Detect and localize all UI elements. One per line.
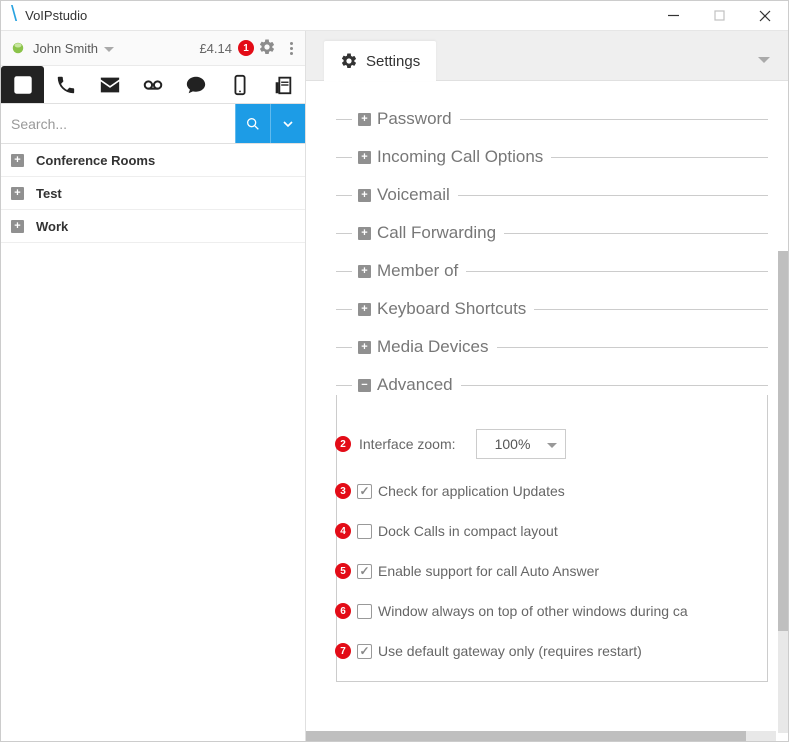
left-panel: John Smith £4.14 1 (1, 31, 306, 741)
always-on-top-checkbox[interactable] (357, 604, 372, 619)
right-panel: Settings Password Incoming Call Op (306, 31, 788, 741)
search-input[interactable] (1, 104, 235, 143)
settings-tab-label: Settings (366, 53, 420, 70)
zoom-value: 100% (495, 436, 531, 452)
callout-5: 5 (335, 563, 351, 579)
scrollbar-thumb[interactable] (306, 731, 746, 741)
settings-header: Settings (306, 31, 788, 81)
default-gateway-label: Use default gateway only (requires resta… (378, 643, 642, 659)
row-always-on-top: 6 Window always on top of other windows … (347, 603, 751, 619)
check-updates-label: Check for application Updates (378, 483, 565, 499)
expand-icon (358, 189, 371, 202)
maximize-button[interactable] (696, 1, 742, 31)
settings-tab[interactable]: Settings (324, 41, 436, 81)
close-button[interactable] (742, 1, 788, 31)
expand-icon (358, 227, 371, 240)
chevron-down-icon (547, 436, 557, 452)
settings-gear-icon[interactable] (258, 38, 276, 59)
user-menu-caret-icon[interactable] (104, 41, 114, 56)
tab-messages[interactable] (88, 66, 131, 103)
expand-icon (358, 341, 371, 354)
dock-calls-checkbox[interactable] (357, 524, 372, 539)
expand-icon (358, 265, 371, 278)
row-default-gateway: 7 Use default gateway only (requires res… (347, 643, 751, 659)
expand-icon (358, 151, 371, 164)
group-label: Conference Rooms (36, 153, 155, 168)
section-incoming-call-options[interactable]: Incoming Call Options (336, 147, 768, 167)
tab-chat[interactable] (175, 66, 218, 103)
callout-6: 6 (335, 603, 351, 619)
tab-voicemail[interactable] (131, 66, 174, 103)
scrollbar-thumb[interactable] (778, 251, 788, 631)
section-title: Keyboard Shortcuts (377, 299, 526, 319)
auto-answer-label: Enable support for call Auto Answer (378, 563, 599, 579)
section-title: Media Devices (377, 337, 489, 357)
panel-menu-caret-icon[interactable] (758, 53, 770, 68)
user-name[interactable]: John Smith (33, 41, 98, 56)
expand-icon (358, 303, 371, 316)
expand-icon (358, 113, 371, 126)
app-logo-icon: \ (11, 1, 17, 27)
callout-3: 3 (335, 483, 351, 499)
callout-7: 7 (335, 643, 351, 659)
row-check-updates: 3 Check for application Updates (347, 483, 751, 499)
section-advanced: Advanced 2 Interface zoom: 100% (336, 375, 768, 682)
minimize-button[interactable] (650, 1, 696, 31)
window-controls (650, 1, 788, 31)
section-title: Advanced (377, 375, 453, 395)
user-bar: John Smith £4.14 1 (1, 31, 305, 66)
check-updates-checkbox[interactable] (357, 484, 372, 499)
row-auto-answer: 5 Enable support for call Auto Answer (347, 563, 751, 579)
expand-icon (11, 154, 24, 167)
row-interface-zoom: 2 Interface zoom: 100% (347, 429, 751, 459)
gear-icon (340, 52, 358, 70)
callout-1: 1 (238, 40, 254, 56)
section-media-devices[interactable]: Media Devices (336, 337, 768, 357)
callout-4: 4 (335, 523, 351, 539)
more-menu-icon[interactable] (286, 42, 297, 55)
section-title: Call Forwarding (377, 223, 496, 243)
window-titlebar: \ VoIPstudio (1, 1, 788, 31)
group-conference-rooms[interactable]: Conference Rooms (1, 144, 305, 177)
dock-calls-label: Dock Calls in compact layout (378, 523, 558, 539)
section-title: Member of (377, 261, 458, 281)
group-work[interactable]: Work (1, 210, 305, 243)
tab-mobile[interactable] (218, 66, 261, 103)
auto-answer-checkbox[interactable] (357, 564, 372, 579)
expand-icon (11, 220, 24, 233)
section-title: Voicemail (377, 185, 450, 205)
tab-dialer[interactable] (44, 66, 87, 103)
nav-tabs (1, 66, 305, 104)
section-call-forwarding[interactable]: Call Forwarding (336, 223, 768, 243)
section-voicemail[interactable]: Voicemail (336, 185, 768, 205)
group-label: Work (36, 219, 68, 234)
collapse-icon (358, 379, 371, 392)
expand-icon (11, 187, 24, 200)
always-on-top-label: Window always on top of other windows du… (378, 603, 688, 619)
section-member-of[interactable]: Member of (336, 261, 768, 281)
zoom-select[interactable]: 100% (476, 429, 566, 459)
default-gateway-checkbox[interactable] (357, 644, 372, 659)
zoom-label: Interface zoom: (359, 436, 456, 452)
section-keyboard-shortcuts[interactable]: Keyboard Shortcuts (336, 299, 768, 319)
section-advanced-header[interactable]: Advanced (336, 375, 768, 395)
horizontal-scrollbar[interactable] (306, 731, 776, 741)
section-title: Incoming Call Options (377, 147, 543, 167)
group-label: Test (36, 186, 62, 201)
callout-2: 2 (335, 436, 351, 452)
section-title: Password (377, 109, 452, 129)
search-row (1, 104, 305, 144)
vertical-scrollbar[interactable] (778, 251, 788, 733)
tab-fax[interactable] (262, 66, 305, 103)
tab-contacts[interactable] (1, 66, 44, 103)
window-title: VoIPstudio (25, 8, 650, 23)
search-dropdown-button[interactable] (270, 104, 305, 143)
settings-body: Password Incoming Call Options Voicemail (306, 81, 788, 741)
section-password[interactable]: Password (336, 109, 768, 129)
row-dock-calls: 4 Dock Calls in compact layout (347, 523, 751, 539)
group-test[interactable]: Test (1, 177, 305, 210)
balance-label: £4.14 (199, 41, 232, 56)
presence-icon[interactable] (11, 41, 25, 55)
search-button[interactable] (235, 104, 270, 143)
